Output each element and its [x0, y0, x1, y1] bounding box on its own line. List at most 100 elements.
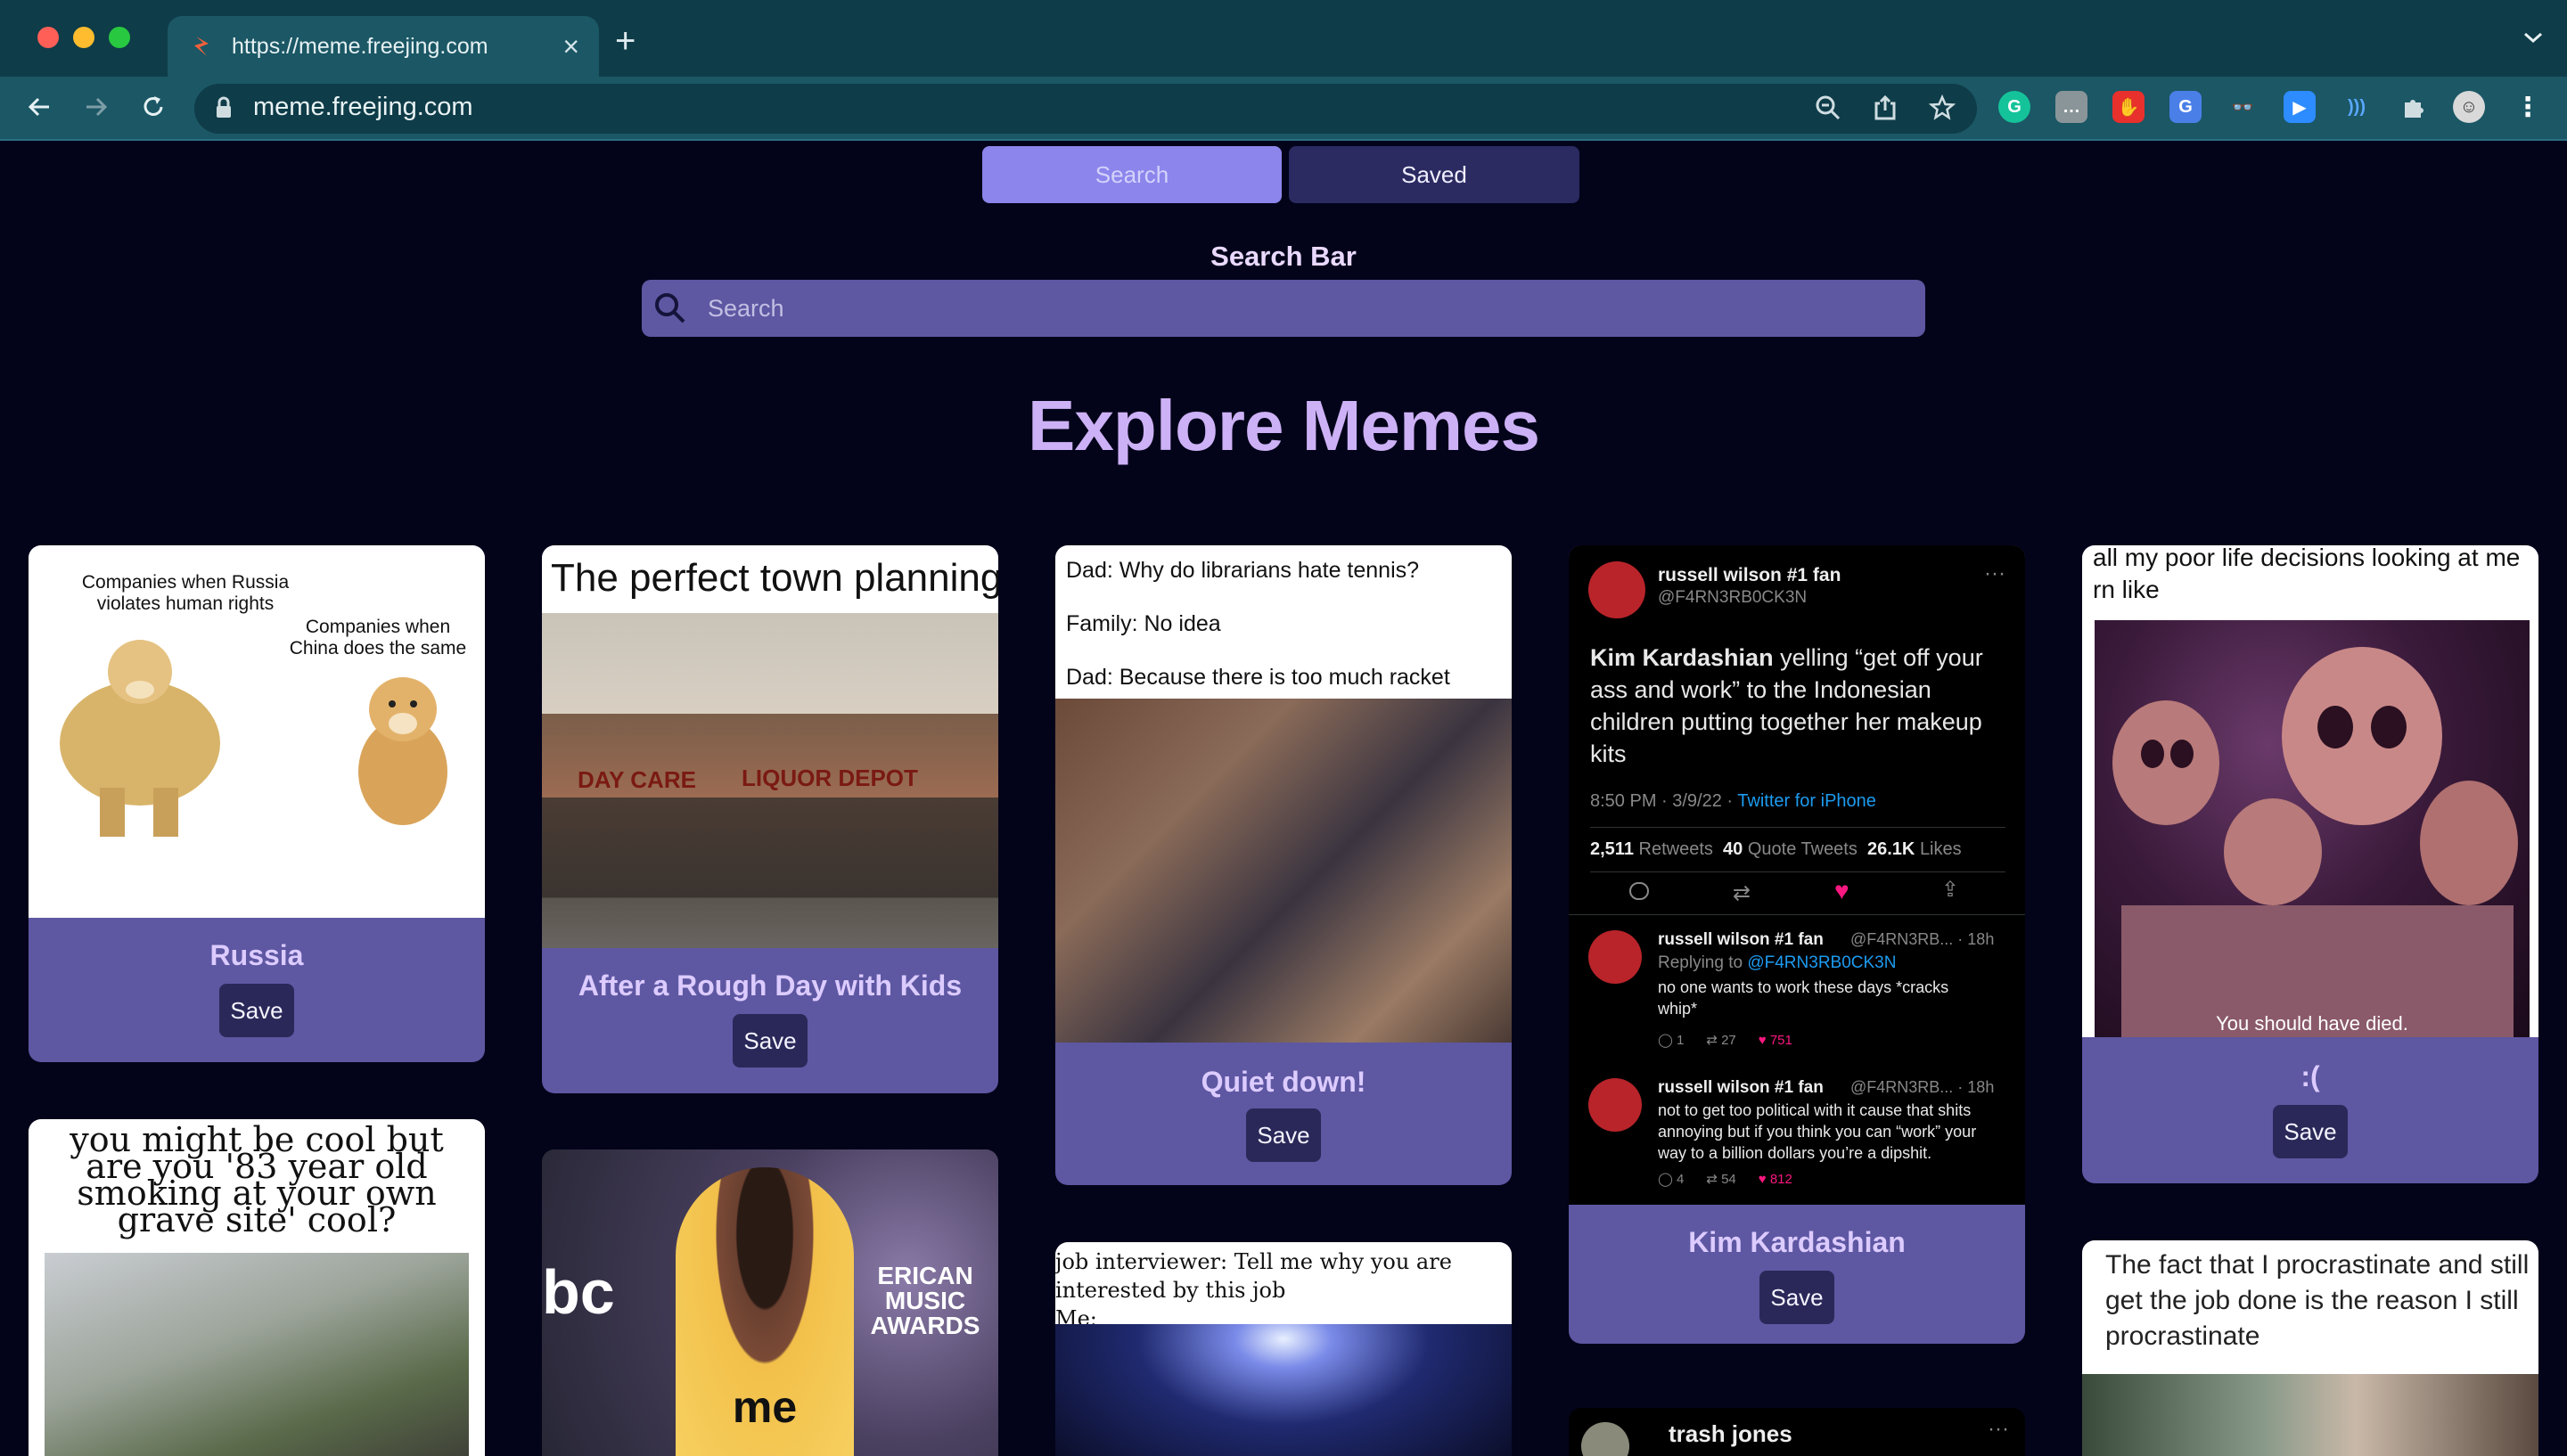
- avatar: [1588, 930, 1642, 984]
- meme-card: Companies when Russia violates human rig…: [29, 545, 485, 1062]
- tweet-author-handle: @F4RN3RB0CK3N: [1658, 588, 1808, 607]
- search-input[interactable]: [708, 280, 1902, 337]
- bookmark-star-icon[interactable]: [1927, 93, 1957, 123]
- translate-extension-icon[interactable]: G: [2169, 91, 2202, 123]
- share-icon[interactable]: [1870, 93, 1900, 123]
- reply-text: annoying but if you think you can “work”…: [1658, 1123, 1977, 1141]
- page-title: Explore Memes: [1028, 386, 1540, 465]
- zoom-out-icon[interactable]: [1813, 93, 1843, 123]
- quote-count: 40: [1723, 839, 1743, 859]
- reaction-photo: [2082, 1374, 2538, 1456]
- tweet-body-line: ass and work” to the Indonesian: [1590, 676, 1931, 703]
- tweet-body-line: kits: [1590, 740, 1627, 767]
- lock-icon[interactable]: [214, 96, 234, 124]
- meme-caption: China does the same: [289, 638, 467, 658]
- share-icon: ⇪: [1941, 878, 1960, 902]
- profile-avatar[interactable]: ☺: [2453, 91, 2485, 123]
- cheems-doge-illustration: [358, 677, 447, 825]
- reply-replying: Replying to @F4RN3RB0CK3N: [1658, 953, 1896, 973]
- meme-caption-line: The fact that I procrastinate and still: [2105, 1250, 2530, 1280]
- avatar: [1581, 1422, 1629, 1456]
- tab-search-chevron-icon[interactable]: [2522, 30, 2544, 49]
- meme-caption: Companies when Russia: [81, 572, 290, 593]
- tab-close-icon[interactable]: ×: [562, 32, 579, 61]
- back-button[interactable]: [21, 89, 57, 125]
- meme-title: After a Rough Day with Kids: [578, 969, 963, 1002]
- save-button[interactable]: Save: [733, 1014, 808, 1067]
- meme-image: russell wilson #1 fan @F4RN3RB0CK3N ··· …: [1569, 545, 2025, 1205]
- retweet-count: 27: [1721, 1033, 1736, 1048]
- meme-caption-line: job interviewer: Tell me why you are: [1055, 1249, 1452, 1274]
- meme-caption: violates human rights: [96, 593, 275, 614]
- graveyard-photo: [45, 1253, 469, 1456]
- meme-title: Quiet down!: [1201, 1066, 1366, 1098]
- url-text[interactable]: meme.freejing.com: [253, 93, 473, 122]
- meme-title: :(: [2300, 1060, 2320, 1092]
- search-nav-button[interactable]: Search: [982, 146, 1282, 203]
- search-bar-label: Search Bar: [1210, 241, 1357, 272]
- tweet-body-line: yelling “get off your: [1780, 644, 1983, 671]
- meme-caption: rn like: [2093, 576, 2160, 603]
- meme-title: Russia: [209, 939, 304, 971]
- search-bar[interactable]: [642, 280, 1925, 337]
- ama-logo-line: ERICAN: [877, 1262, 973, 1289]
- reply-author-name: russell wilson #1 fan: [1658, 1078, 1824, 1097]
- site-favicon-icon: [191, 35, 214, 58]
- new-tab-button[interactable]: +: [615, 23, 636, 59]
- adblock-extension-icon[interactable]: ✋: [2112, 91, 2145, 123]
- tweet-author-name: russell wilson #1 fan: [1658, 565, 1841, 585]
- tab-title: https://meme.freejing.com: [232, 33, 488, 59]
- reload-button[interactable]: [135, 89, 171, 125]
- reply-stats: ◯ 4 ⇄ 54 ♥ 812: [1658, 1172, 1792, 1187]
- avatar: [1588, 1078, 1642, 1132]
- save-button[interactable]: Save: [1246, 1108, 1321, 1162]
- browser-tab[interactable]: https://meme.freejing.com ×: [168, 16, 599, 77]
- read-aloud-extension-icon[interactable]: ))): [2341, 91, 2373, 123]
- meme-image: all my poor life decisions looking at me…: [2082, 545, 2538, 1037]
- save-button[interactable]: Save: [2273, 1105, 2348, 1158]
- zoom-extension-icon[interactable]: ▶: [2284, 91, 2316, 123]
- meme-caption: job interviewer: Tell me why you are int…: [1055, 1247, 1452, 1333]
- avatar: [1588, 561, 1645, 618]
- quote-label: Quote Tweets: [1747, 839, 1858, 859]
- tweet-body-line: children putting together her makeup: [1590, 708, 1982, 735]
- tweet-body-bold: Kim Kardashian: [1590, 644, 1774, 671]
- ama-logo-line: MUSIC: [884, 1287, 966, 1314]
- meme-caption: me: [732, 1382, 798, 1432]
- chat-extension-icon[interactable]: …: [2055, 91, 2087, 123]
- saved-nav-button[interactable]: Saved: [1289, 146, 1579, 203]
- tweet-timestamp: 8:50 PM · 3/9/22 · Twitter for iPhone: [1590, 791, 1876, 812]
- minimize-window-button[interactable]: [73, 27, 94, 48]
- maximize-window-button[interactable]: [109, 27, 130, 48]
- tweet-body: Kim Kardashian yelling “get off your ass…: [1590, 642, 2009, 770]
- save-button[interactable]: Save: [219, 984, 294, 1037]
- abc-logo: bc: [542, 1257, 615, 1327]
- reply-icon: [1629, 882, 1649, 900]
- tweet-author-name: trash jones: [1669, 1420, 1792, 1447]
- extensions-puzzle-icon[interactable]: [2398, 91, 2430, 123]
- skeleton-caption: You should have died.: [2216, 1012, 2408, 1035]
- browser-menu-icon[interactable]: ⋮: [2512, 91, 2544, 123]
- meme-image: Companies when Russia violates human rig…: [29, 545, 485, 918]
- forward-button[interactable]: [78, 89, 114, 125]
- save-button[interactable]: Save: [1759, 1271, 1834, 1324]
- meme-caption: Dad: Because there is too much racket: [1066, 665, 1450, 690]
- reply-meta: @F4RN3RB... · 18h: [1850, 930, 1995, 948]
- meme-caption-line: get the job done is the reason I still: [2105, 1286, 2519, 1315]
- reply-meta: @F4RN3RB... · 18h: [1850, 1078, 1995, 1096]
- retweet-count: 54: [1721, 1172, 1736, 1187]
- buff-doge-illustration: [60, 640, 220, 837]
- close-window-button[interactable]: [37, 27, 59, 48]
- meme-card: you might be cool but are you '83 year o…: [29, 1119, 485, 1456]
- tweet-time: 8:50 PM · 3/9/22 ·: [1590, 791, 1738, 811]
- grammarly-extension-icon[interactable]: G: [1998, 91, 2030, 123]
- meme-caption: Family: No idea: [1066, 611, 1221, 636]
- meme-caption-line: interested by this job: [1055, 1278, 1286, 1303]
- meme-card: The fact that I procrastinate and still …: [2082, 1240, 2538, 1456]
- spy-extension-icon[interactable]: 👓: [2227, 91, 2259, 123]
- meme-caption: you might be cool but are you '83 year o…: [29, 1123, 485, 1237]
- meme-card: russell wilson #1 fan @F4RN3RB0CK3N ··· …: [1569, 545, 2025, 1344]
- retweet-count: 2,511: [1590, 839, 1634, 859]
- browser-tab-bar: https://meme.freejing.com × +: [0, 0, 2567, 77]
- meme-caption: all my poor life decisions looking at me: [2093, 545, 2521, 571]
